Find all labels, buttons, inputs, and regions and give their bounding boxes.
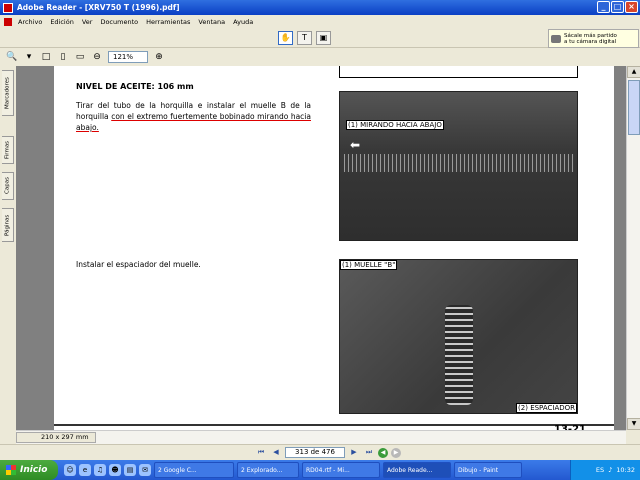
language-indicator[interactable]: ES <box>596 466 604 474</box>
chevron-down-icon[interactable]: ▾ <box>23 51 35 63</box>
menu-herramientas[interactable]: Herramientas <box>142 18 194 26</box>
tab-firmas[interactable]: Firmas <box>2 136 14 164</box>
minimize-button[interactable]: _ <box>597 1 610 13</box>
next-page-icon[interactable]: ▶ <box>348 447 360 458</box>
scroll-up-icon[interactable]: ▲ <box>627 66 640 78</box>
menu-ver[interactable]: Ver <box>78 18 97 26</box>
navigation-bar: ⏮ ◀ 313 de 476 ▶ ⏭ ◀ ▶ <box>0 444 640 460</box>
start-button[interactable]: Inicio <box>0 460 58 480</box>
window-title: Adobe Reader - [XRV750 T (1996).pdf] <box>17 3 180 12</box>
hand-tool-icon[interactable]: ✋ <box>278 31 293 45</box>
menu-bar: Archivo Edición Ver Documento Herramient… <box>0 15 640 28</box>
oil-level-heading: NIVEL DE ACEITE: 106 mm <box>76 82 194 91</box>
windows-taskbar: Inicio ☺ e ♫ ☻ ▤ ✉ 2 Google C... 2 Explo… <box>0 460 640 480</box>
scroll-down-icon[interactable]: ▼ <box>627 418 640 430</box>
page-bottom-rule <box>54 424 614 426</box>
zoom-tool-icon[interactable]: 🔍 <box>6 51 18 63</box>
folder-icon[interactable]: ▤ <box>124 464 136 476</box>
last-page-icon[interactable]: ⏭ <box>363 447 375 458</box>
emoticon-icon[interactable]: ☻ <box>109 464 121 476</box>
previous-page-icon[interactable]: ◀ <box>270 447 282 458</box>
task-wordpad[interactable]: RD04.rtf - Mi... <box>302 462 380 478</box>
go-forward-icon[interactable]: ▶ <box>391 447 401 458</box>
start-label: Inicio <box>20 465 48 475</box>
zoom-level-input[interactable]: 121% <box>108 51 148 63</box>
task-adobe-reader[interactable]: Adobe Reade... <box>383 462 451 478</box>
fit-width-icon[interactable]: ▭ <box>74 51 86 63</box>
task-explorer[interactable]: 2 Explorado... <box>237 462 299 478</box>
photo2-label-spacer: (2) ESPACIADOR <box>516 403 577 413</box>
task-paint[interactable]: Dibujo - Paint <box>454 462 522 478</box>
actual-size-icon[interactable]: □ <box>40 51 52 63</box>
page-size-indicator: 210 x 297 mm <box>16 432 96 443</box>
system-tray: ES ♪ 10:32 <box>570 460 640 480</box>
fit-page-icon[interactable]: ▯ <box>57 51 69 63</box>
instruction-underlined-text: con el extremo fuertemente bobinado mira… <box>76 112 311 132</box>
zoom-out-icon[interactable]: ⊖ <box>91 51 103 63</box>
task-google-chrome[interactable]: 2 Google C... <box>154 462 234 478</box>
photo1-label: (1) MIRANDO HACIA ABAJO <box>346 120 444 130</box>
photo-spring-facing-down: (1) MIRANDO HACIA ABAJO ⬅ <box>339 91 578 241</box>
clock: 10:32 <box>616 466 635 474</box>
go-back-icon[interactable]: ◀ <box>378 447 388 458</box>
spacer-instruction: Instalar el espaciador del muelle. <box>76 260 201 269</box>
ie-icon[interactable]: e <box>79 464 91 476</box>
tab-paginas[interactable]: Páginas <box>2 208 14 242</box>
page-number-input[interactable]: 313 de 476 <box>285 447 345 458</box>
camera-promo-line2: a tu cámara digital <box>564 38 617 45</box>
spring-image-vertical <box>445 305 473 405</box>
scroll-thumb[interactable] <box>628 80 640 135</box>
horizontal-scrollbar[interactable] <box>16 430 626 444</box>
menu-documento[interactable]: Documento <box>96 18 142 26</box>
photo-spring-spacer: (1) MUELLE "B" (2) ESPACIADOR <box>339 259 578 414</box>
pdf-page: NIVEL DE ACEITE: 106 mm Tirar del tubo d… <box>54 66 614 430</box>
page-top-box <box>339 66 578 78</box>
menu-edicion[interactable]: Edición <box>46 18 78 26</box>
main-toolbar: ✋ T ▣ <box>0 28 640 48</box>
quick-launch: ☺ e ♫ ☻ ▤ ✉ <box>64 464 151 476</box>
snapshot-tool-icon[interactable]: ▣ <box>316 31 331 45</box>
windows-logo-icon <box>6 465 16 475</box>
menu-archivo[interactable]: Archivo <box>14 18 46 26</box>
title-bar: Adobe Reader - [XRV750 T (1996).pdf] _ □… <box>0 0 640 15</box>
close-button[interactable]: × <box>625 1 638 13</box>
messenger-icon[interactable]: ☺ <box>64 464 76 476</box>
document-icon <box>4 17 12 26</box>
chat-icon[interactable]: ✉ <box>139 464 151 476</box>
zoom-in-icon[interactable]: ⊕ <box>153 51 165 63</box>
menu-ayuda[interactable]: Ayuda <box>229 18 257 26</box>
menu-ventana[interactable]: Ventana <box>194 18 229 26</box>
arrow-left-icon: ⬅ <box>350 138 361 152</box>
tab-capas[interactable]: Capas <box>2 172 14 200</box>
camera-promo-line1: Sácale más partido <box>564 32 617 39</box>
instruction-paragraph: Tirar del tubo de la horquilla e instala… <box>76 100 311 133</box>
first-page-icon[interactable]: ⏮ <box>255 447 267 458</box>
zoom-toolbar: 🔍 ▾ □ ▯ ▭ ⊖ 121% ⊕ <box>0 48 640 66</box>
camera-icon <box>551 34 561 43</box>
volume-icon[interactable]: ♪ <box>608 466 612 474</box>
spring-image <box>344 154 574 172</box>
vertical-scrollbar[interactable]: ▲ ▼ <box>626 66 640 430</box>
tab-marcadores[interactable]: Marcadores <box>2 70 14 116</box>
select-text-icon[interactable]: T <box>297 31 312 45</box>
photo2-label-spring: (1) MUELLE "B" <box>340 260 398 270</box>
document-viewport[interactable]: NIVEL DE ACEITE: 106 mm Tirar del tubo d… <box>16 66 626 430</box>
side-panel: Marcadores Firmas Capas Páginas <box>0 66 16 444</box>
adobe-reader-icon <box>3 2 13 13</box>
maximize-button[interactable]: □ <box>611 1 624 13</box>
camera-promo[interactable]: Sácale más partido a tu cámara digital <box>548 29 639 48</box>
media-icon[interactable]: ♫ <box>94 464 106 476</box>
